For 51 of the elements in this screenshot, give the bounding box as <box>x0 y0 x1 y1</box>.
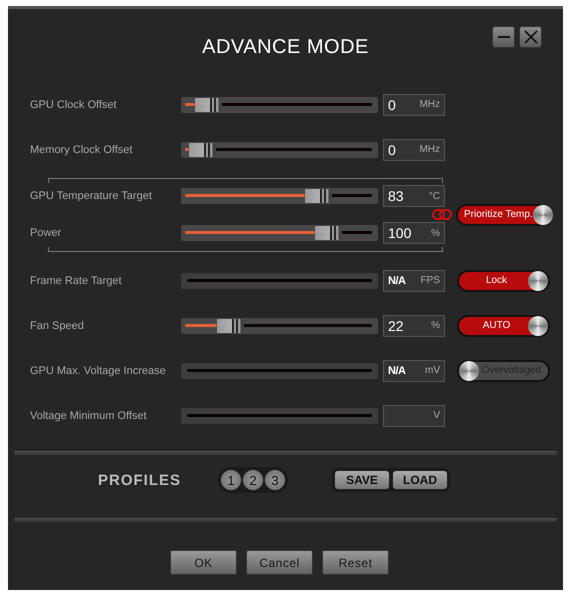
unit-label: MHz <box>419 99 440 110</box>
minimize-button[interactable] <box>492 26 515 48</box>
slider[interactable] <box>181 188 378 204</box>
unit-label: FPS <box>420 275 440 286</box>
profile-action-button[interactable]: SAVE <box>334 470 390 490</box>
unit-label: °C <box>428 190 440 202</box>
unit-label: V <box>433 410 440 421</box>
slider-fill <box>185 102 196 106</box>
close-icon <box>524 30 538 44</box>
slider-thumb[interactable] <box>189 142 216 156</box>
window-title: ADVANCE MODE <box>202 36 369 59</box>
close-button[interactable] <box>519 26 542 48</box>
profile-button[interactable]: 1 <box>220 469 242 491</box>
profile-button[interactable]: 3 <box>264 469 286 491</box>
profiles-label: PROFILES <box>98 472 182 488</box>
toggle-switch[interactable]: AUTO <box>457 314 550 336</box>
unit-label: % <box>431 320 440 331</box>
setting-label: GPU Temperature Target <box>30 190 153 202</box>
setting-label: GPU Clock Offset <box>30 98 118 110</box>
value-field[interactable]: 0 MHz <box>383 138 445 160</box>
profile-action-button[interactable]: LOAD <box>392 470 448 490</box>
setting-label: Power <box>30 227 62 239</box>
value-field: N/A FPS <box>383 270 445 292</box>
slider[interactable] <box>181 96 378 112</box>
slider[interactable] <box>181 318 378 334</box>
slider-thumb[interactable] <box>216 318 244 332</box>
setting-label: Memory Clock Offset <box>30 144 134 156</box>
unit-label: % <box>431 228 440 238</box>
slider-fill <box>185 148 190 150</box>
dialog-button[interactable]: OK <box>170 550 237 575</box>
slider-thumb[interactable] <box>195 98 222 112</box>
link-icon <box>432 209 452 220</box>
slider-fill <box>185 324 217 326</box>
setting-label: Fan Speed <box>30 320 85 332</box>
value-field: N/A mV <box>383 360 445 382</box>
value-field[interactable]: 83 °C <box>383 185 445 207</box>
slider[interactable] <box>181 142 378 158</box>
profile-button[interactable]: 2 <box>242 469 264 491</box>
value-field[interactable]: 22 % <box>383 314 445 336</box>
dialog-button[interactable]: Reset <box>322 550 389 575</box>
setting-label: Voltage Minimum Offset <box>30 410 148 422</box>
setting-label: Frame Rate Target <box>30 274 123 286</box>
slider-thumb[interactable] <box>315 226 342 240</box>
unit-label: mV <box>425 365 440 376</box>
value-field[interactable]: 0 MHz <box>383 94 445 116</box>
slider-thumb[interactable] <box>305 189 332 203</box>
value-field[interactable]: 100 % <box>383 222 445 244</box>
unit-label: MHz <box>419 144 440 155</box>
setting-label: GPU Max. Voltage Increase <box>30 364 167 376</box>
slider[interactable] <box>181 225 378 241</box>
dialog-button[interactable]: Cancel <box>246 550 313 575</box>
